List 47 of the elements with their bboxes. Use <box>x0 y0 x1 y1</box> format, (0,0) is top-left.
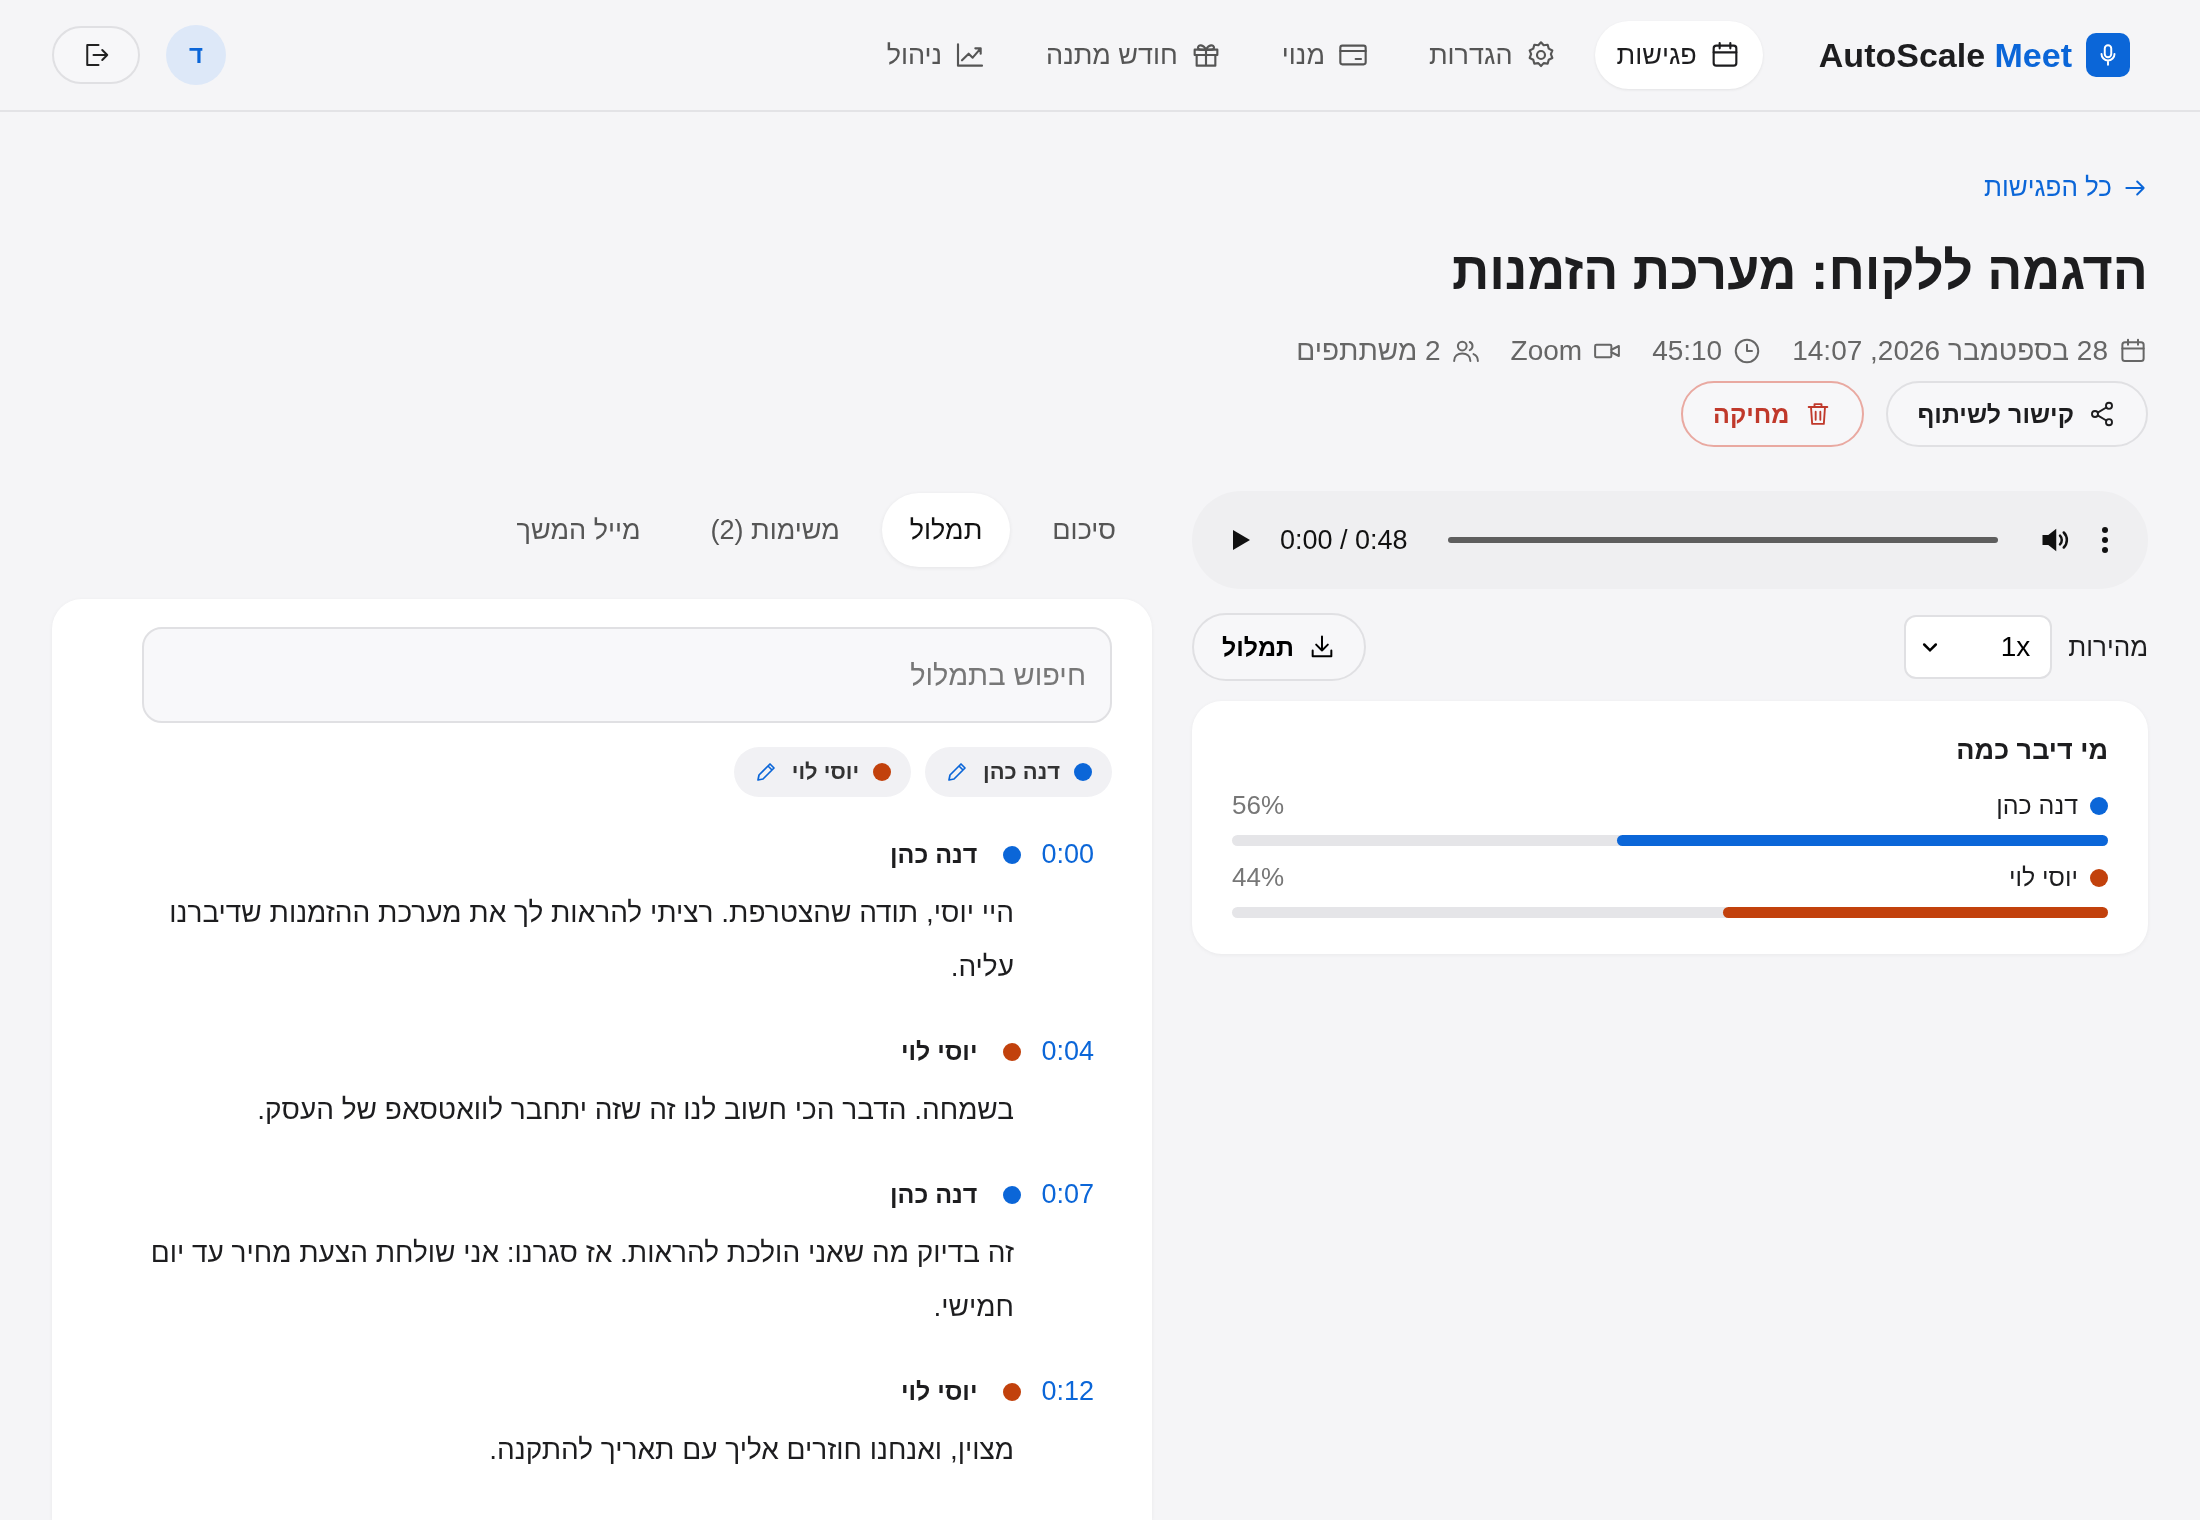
microphone-logo-icon <box>2086 33 2130 77</box>
speaker-name: יוסי לוי <box>2008 863 2078 892</box>
speed-label: מהירות <box>2068 631 2148 663</box>
share-icon <box>2088 400 2116 428</box>
transcript-text: היי יוסי, תודה שהצטרפת. רציתי להראות לך את מערכת ההזמנות שדיברנו עליה. <box>168 896 1014 984</box>
speaker-name: דנה כהן <box>1996 791 2078 820</box>
content-tab[interactable]: מייל המשך <box>488 493 669 567</box>
app-logo-text: AutoScale Meet <box>1818 35 2072 75</box>
nav-tab[interactable]: חודש מתנה <box>1024 21 1244 89</box>
meeting-info: 2 משתתפים <box>1296 335 1441 367</box>
meeting-info: Zoom <box>1510 335 1583 367</box>
timestamp-link[interactable]: 0:04 <box>1041 1036 1094 1067</box>
timestamp-link[interactable]: 0:00 <box>1041 839 1094 870</box>
timestamp-link[interactable]: 0:07 <box>1041 1179 1094 1210</box>
user-avatar[interactable]: ד <box>166 25 226 85</box>
meeting-title: הדגמה ללקוח: מערכת הזמנות <box>1451 241 2148 301</box>
play-button[interactable] <box>1230 528 1252 552</box>
speaker-name: יוסי לוי <box>901 1037 978 1066</box>
speaker-name: דנה כהן <box>890 840 978 869</box>
speaker-name: יוסי לוי <box>901 1377 978 1406</box>
talk-percentage: 44% <box>1232 862 1285 893</box>
timestamp-link[interactable]: 0:12 <box>1041 1376 1094 1407</box>
card-title: מי דיבר כמה <box>1955 735 2108 766</box>
share-link-button[interactable]: קישור לשיתוף <box>1885 381 2148 447</box>
nav-tab[interactable]: מנוי <box>1259 21 1391 89</box>
nav-tab[interactable]: ניהול <box>864 21 1009 89</box>
more-options-icon[interactable] <box>2100 525 2110 555</box>
speaker-chip[interactable]: דנה כהן <box>925 747 1112 797</box>
transcript-text: זה בדיוק מה שאני הולכת להראות. אז סגרנו: אני שולחת הצעת מחיר עד יום חמישי. <box>149 1236 1014 1324</box>
download-transcript-button[interactable]: תמלול <box>1192 613 1366 681</box>
delete-button[interactable]: מחיקה <box>1681 381 1864 447</box>
transcript-text: מצוין, ואנחנו חוזרים אליך עם תאריך להתקנה. <box>488 1433 1014 1467</box>
nav-tab[interactable]: הגדרות <box>1406 21 1579 89</box>
playback-time: 0:00 / 0:48 <box>1280 524 1408 556</box>
speaker-chip[interactable]: יוסי לוי <box>733 747 912 797</box>
back-link[interactable]: כל הפגישות <box>1984 172 2148 203</box>
speaker-name: דנה כהן <box>890 1180 978 1209</box>
content-tab[interactable]: תמלול <box>881 493 1011 567</box>
meeting-info: 45:10 <box>1652 335 1723 367</box>
nav-tab[interactable]: פגישות <box>1594 21 1763 89</box>
meeting-info: 28 בספטמבר 2026, 14:07 <box>1792 335 2108 367</box>
search-field[interactable]: חיפוש בתמלול <box>142 627 1112 723</box>
content-tab[interactable]: משימות (2) <box>682 493 868 567</box>
talk-percentage: 56% <box>1232 790 1285 821</box>
content-tab[interactable]: סיכום <box>1024 493 1144 567</box>
transcript-text: בשמחה. הדבר הכי חשוב לנו זה שזה יתחבר לוואטסאפ של העסק. <box>256 1093 1014 1127</box>
speed-dropdown[interactable]: 1x <box>1904 615 2053 679</box>
